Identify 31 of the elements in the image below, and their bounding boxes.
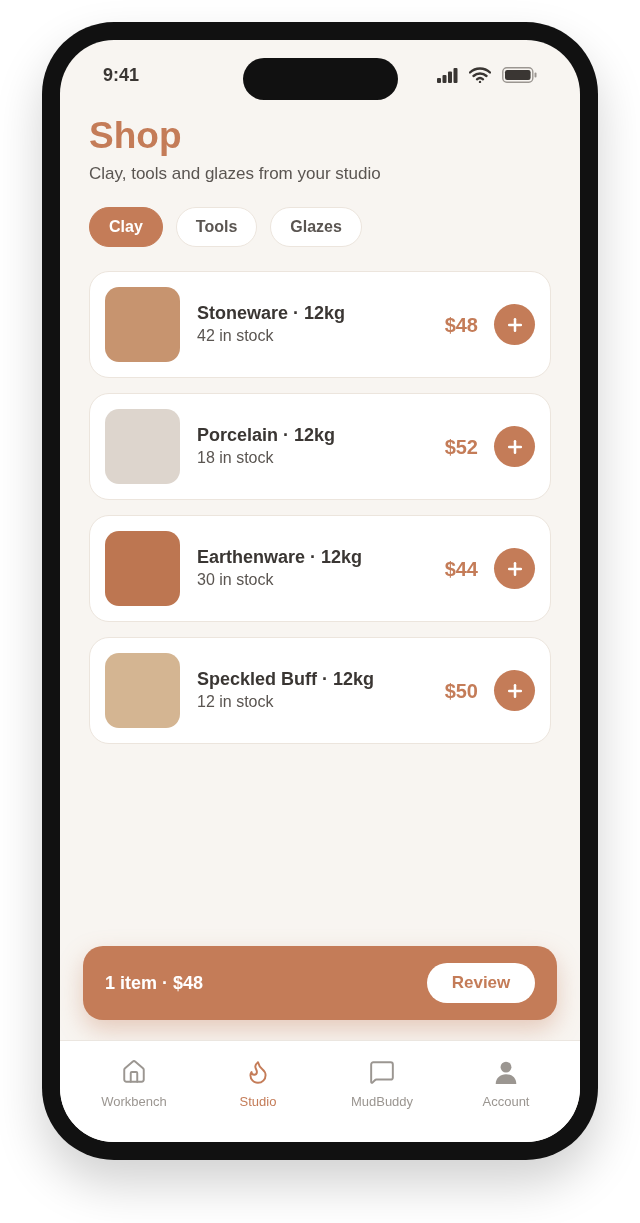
tab-bar-item[interactable]: Workbench — [72, 1059, 196, 1110]
wifi-icon — [469, 67, 491, 83]
status-time: 9:41 — [103, 64, 140, 87]
filter-chip[interactable]: Clay — [89, 207, 163, 247]
page-subtitle: Clay, tools and glazes from your studio — [89, 163, 381, 185]
filter-chip[interactable]: Glazes — [270, 207, 362, 247]
stock-count: 18 in stock — [197, 448, 274, 468]
tab-bar-item[interactable]: Account — [444, 1059, 568, 1110]
tab-bar-item[interactable]: Studio — [196, 1059, 320, 1110]
stock-count: 30 in stock — [197, 570, 274, 590]
cart-summary: 1 item · $48 — [105, 971, 204, 995]
product-name: Porcelain · 12kg — [197, 424, 336, 447]
add-button[interactable] — [494, 670, 535, 711]
add-button[interactable] — [494, 426, 535, 467]
product-price: $44 — [444, 556, 478, 582]
product-price: $50 — [444, 678, 478, 704]
filter-chip[interactable]: Tools — [175, 207, 258, 247]
stock-count: 12 in stock — [197, 692, 274, 712]
review-button[interactable]: Review — [427, 963, 535, 1003]
page-title: Shop — [89, 116, 182, 156]
product-name: Earthenware · 12kg — [197, 546, 363, 569]
battery-icon — [502, 67, 537, 83]
product-name: Speckled Buff · 12kg — [197, 668, 375, 691]
stock-count: 42 in stock — [197, 326, 274, 346]
product-price: $48 — [444, 312, 478, 338]
product-price: $52 — [444, 434, 478, 460]
add-button[interactable] — [494, 548, 535, 589]
add-button[interactable] — [494, 304, 535, 345]
tab-bar-item[interactable]: MudBuddy — [320, 1059, 444, 1110]
product-name: Stoneware · 12kg — [197, 302, 346, 325]
signal-icon — [437, 67, 458, 83]
